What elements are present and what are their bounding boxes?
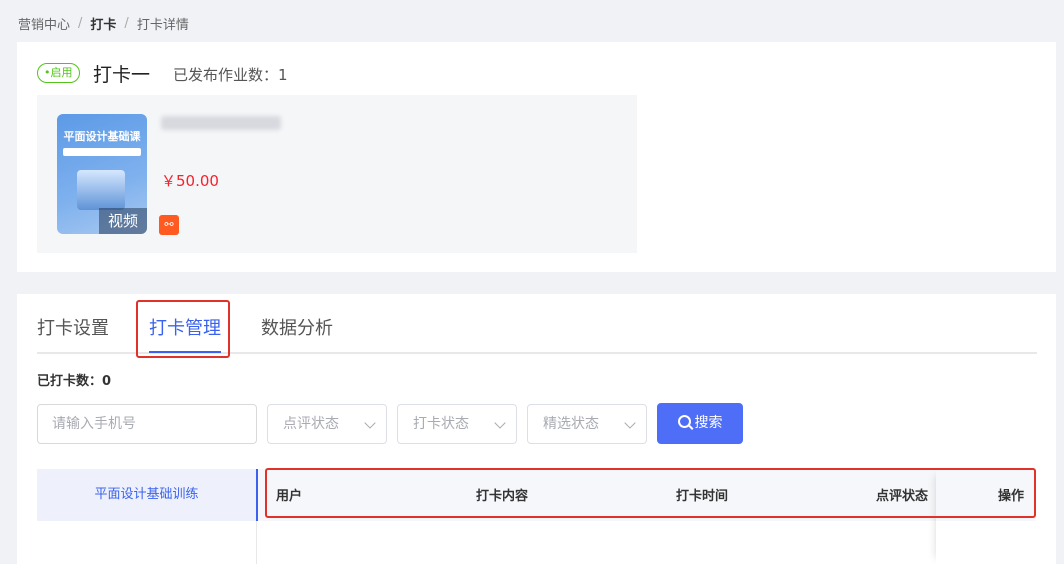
sidebar-item-course[interactable]: 平面设计基础训练 <box>37 469 256 521</box>
featured-status-placeholder: 精选状态 <box>543 416 599 432</box>
cover-illustration <box>77 170 125 210</box>
checked-in-count: 已打卡数：0 <box>37 374 112 389</box>
status-badge: •启用 <box>37 63 80 83</box>
product-type-icon: ⚯ <box>159 215 179 235</box>
breadcrumb-current: 打卡详情 <box>136 18 189 33</box>
breadcrumb-separator: / <box>124 16 129 31</box>
search-icon <box>677 415 691 428</box>
search-button-label: 搜索 <box>694 415 723 431</box>
review-status-placeholder: 点评状态 <box>283 416 339 432</box>
phone-search-input[interactable] <box>37 404 257 444</box>
search-button[interactable]: 搜索 <box>657 403 743 444</box>
tab-data-analysis[interactable]: 数据分析 <box>261 314 333 340</box>
checkin-status-placeholder: 打卡状态 <box>413 416 469 432</box>
published-count: 已发布作业数：1 <box>173 66 288 84</box>
product-name-blurred <box>161 116 281 130</box>
breadcrumb-separator: / <box>78 16 83 31</box>
cover-subtitle-bar <box>63 148 141 156</box>
checkin-status-select[interactable]: 打卡状态 <box>397 404 517 444</box>
chevron-down-icon <box>364 417 376 429</box>
tab-checkin-settings[interactable]: 打卡设置 <box>37 314 109 340</box>
product-price: ￥50.00 <box>161 172 219 190</box>
cover-title: 平面设计基础课 <box>63 130 141 143</box>
video-tag: 视频 <box>99 208 147 234</box>
breadcrumb-marketing[interactable]: 营销中心 <box>18 14 70 33</box>
breadcrumb-checkin[interactable]: 打卡 <box>90 14 116 33</box>
featured-status-select[interactable]: 精选状态 <box>527 404 647 444</box>
checkin-title: 打卡一 <box>93 64 151 86</box>
product-cover: 平面设计基础课 视频 <box>57 114 147 234</box>
sidebar-divider <box>256 521 257 564</box>
highlight-box-tab <box>136 300 230 358</box>
highlight-box-table-header <box>265 468 1036 518</box>
chevron-down-icon <box>624 417 636 429</box>
chevron-down-icon <box>494 417 506 429</box>
review-status-select[interactable]: 点评状态 <box>267 404 387 444</box>
breadcrumb: 营销中心 / 打卡 / 打卡详情 <box>18 14 189 33</box>
